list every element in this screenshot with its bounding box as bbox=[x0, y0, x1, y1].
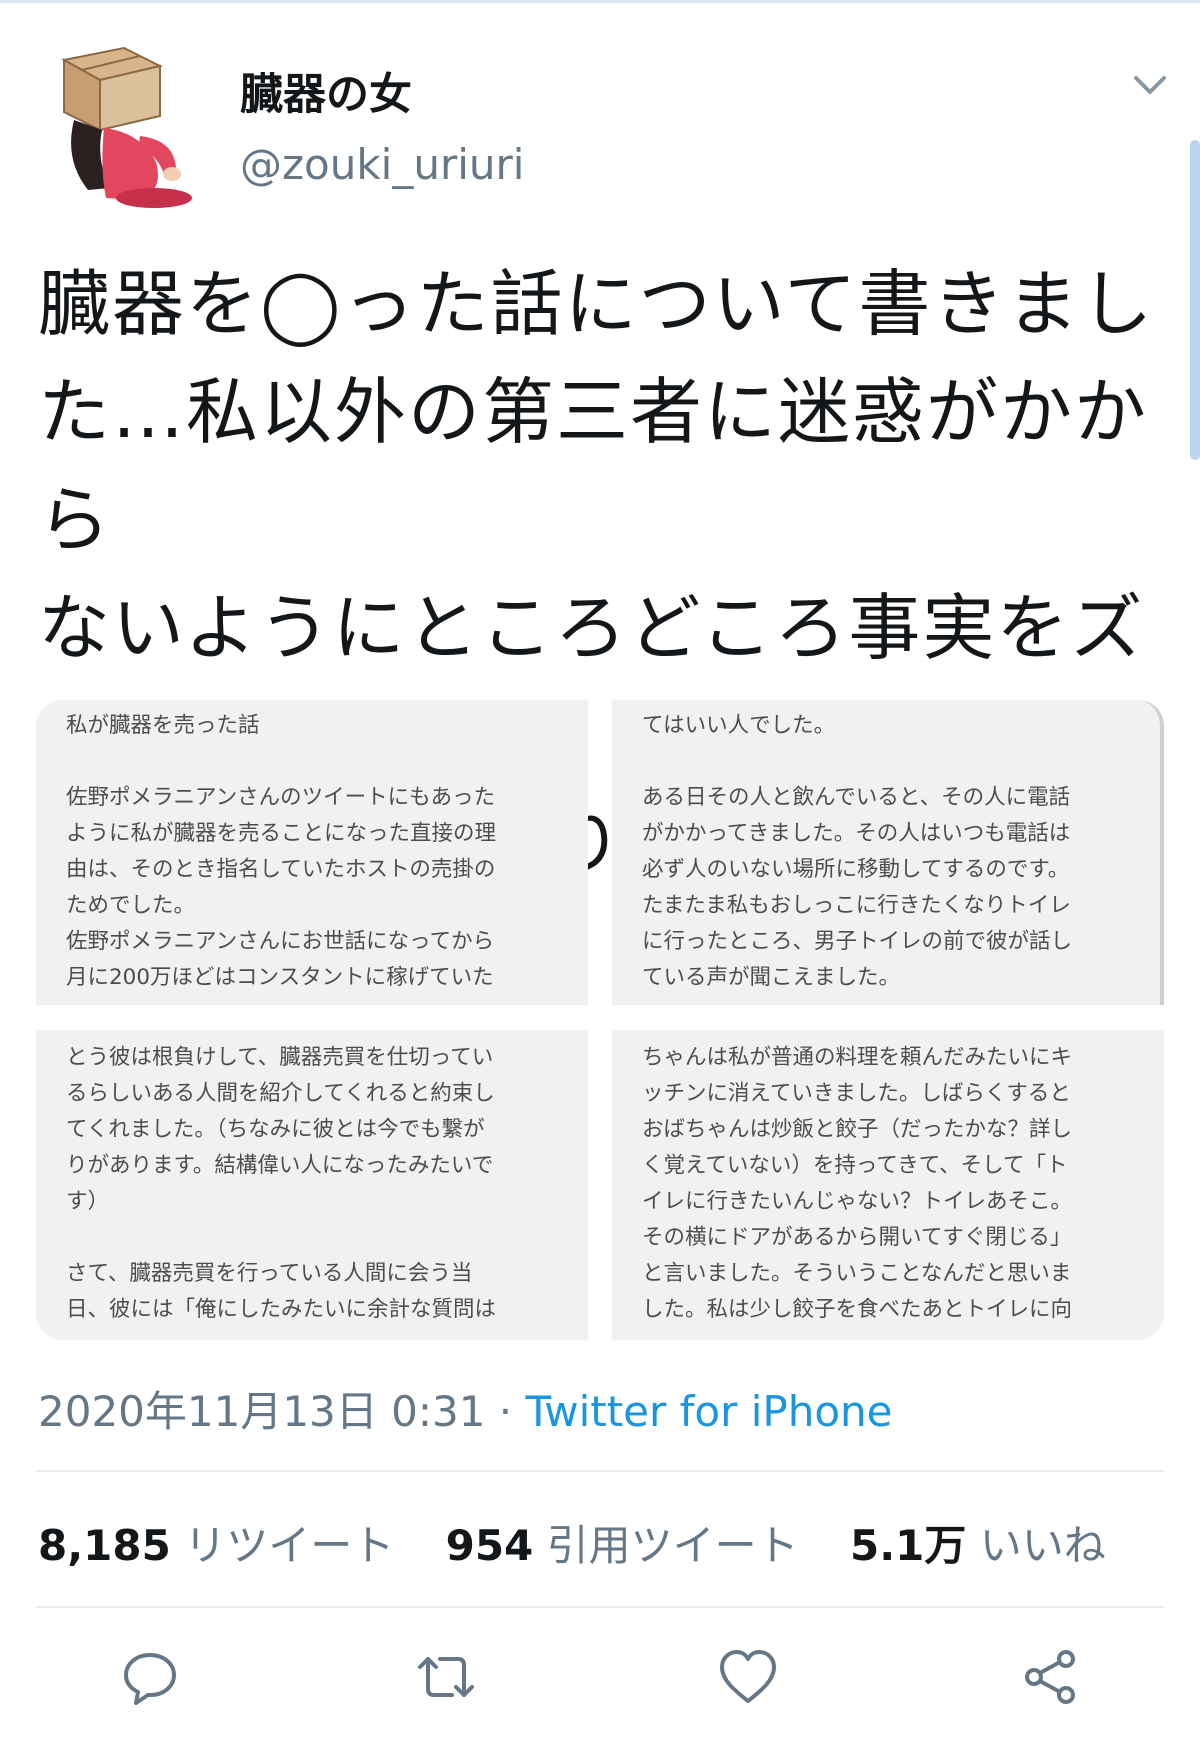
retweet-button[interactable] bbox=[414, 1645, 478, 1709]
reply-icon bbox=[124, 1653, 176, 1705]
quotes-label: 引用ツイート bbox=[546, 1521, 799, 1570]
like-button[interactable] bbox=[716, 1645, 780, 1709]
likes-stat[interactable]: 5.1万 いいね bbox=[850, 1521, 1106, 1570]
heart-icon bbox=[720, 1650, 776, 1703]
media-image-2[interactable]: てはいい人でした。 ある日その人と飲んでいると、その人に電話 がかかってきました… bbox=[612, 700, 1164, 1005]
tweet-detail-page: 臓器の女 @zouki_uriuri 臓器を◯った話について書きまし た…私以外… bbox=[0, 0, 1200, 1752]
chevron-down-icon[interactable] bbox=[1130, 70, 1170, 100]
media-image-3[interactable]: とう彼は根負けして、臓器売買を仕切ってい るらしいある人間を紹介してくれると約束… bbox=[36, 1030, 588, 1340]
top-divider bbox=[0, 0, 1200, 3]
media-image-4[interactable]: ちゃんは私が普通の料理を頼んだみたいにキ ッチンに消えていきました。しばらくする… bbox=[612, 1030, 1164, 1340]
retweets-stat[interactable]: 8,185 リツイート bbox=[38, 1521, 394, 1570]
quotes-count: 954 bbox=[445, 1521, 534, 1570]
retweet-icon bbox=[418, 1657, 474, 1697]
likes-count: 5.1万 bbox=[850, 1521, 967, 1570]
share-button[interactable] bbox=[1018, 1645, 1082, 1709]
author-handle[interactable]: @zouki_uriuri bbox=[240, 140, 524, 189]
tweet-timestamp[interactable]: 2020年11月13日 0:31 bbox=[38, 1387, 485, 1436]
meta-separator: · bbox=[485, 1387, 526, 1436]
user-avatar[interactable] bbox=[44, 40, 204, 210]
retweets-count: 8,185 bbox=[38, 1521, 171, 1570]
retweets-label: リツイート bbox=[184, 1521, 395, 1570]
tweet-text-line: 臓器を◯った話について書きまし bbox=[38, 262, 1155, 346]
divider bbox=[36, 1606, 1164, 1608]
divider bbox=[36, 1470, 1164, 1472]
share-icon bbox=[1025, 1650, 1075, 1704]
tweet-media-grid: 私が臓器を売った話 佐野ポメラニアンさんのツイートにもあった ように私が臓器を売… bbox=[36, 700, 1164, 1340]
tweet-meta: 2020年11月13日 0:31 · Twitter for iPhone bbox=[38, 1378, 893, 1439]
reply-button[interactable] bbox=[118, 1645, 182, 1709]
author-display-name[interactable]: 臓器の女 bbox=[240, 60, 412, 122]
likes-label: いいね bbox=[979, 1521, 1106, 1570]
tweet-source-link[interactable]: Twitter for iPhone bbox=[526, 1387, 893, 1436]
tweet-stats: 8,185 リツイート 954 引用ツイート 5.1万 いいね bbox=[38, 1512, 1144, 1573]
scrollbar[interactable] bbox=[1190, 140, 1200, 460]
media-image-1[interactable]: 私が臓器を売った話 佐野ポメラニアンさんのツイートにもあった ように私が臓器を売… bbox=[36, 700, 588, 1005]
avatar-illustration bbox=[61, 46, 192, 208]
tweet-text-line: た…私以外の第三者に迷惑がかから bbox=[38, 370, 1149, 562]
media-gap bbox=[36, 1005, 1164, 1030]
quotes-stat[interactable]: 954 引用ツイート bbox=[446, 1521, 799, 1570]
